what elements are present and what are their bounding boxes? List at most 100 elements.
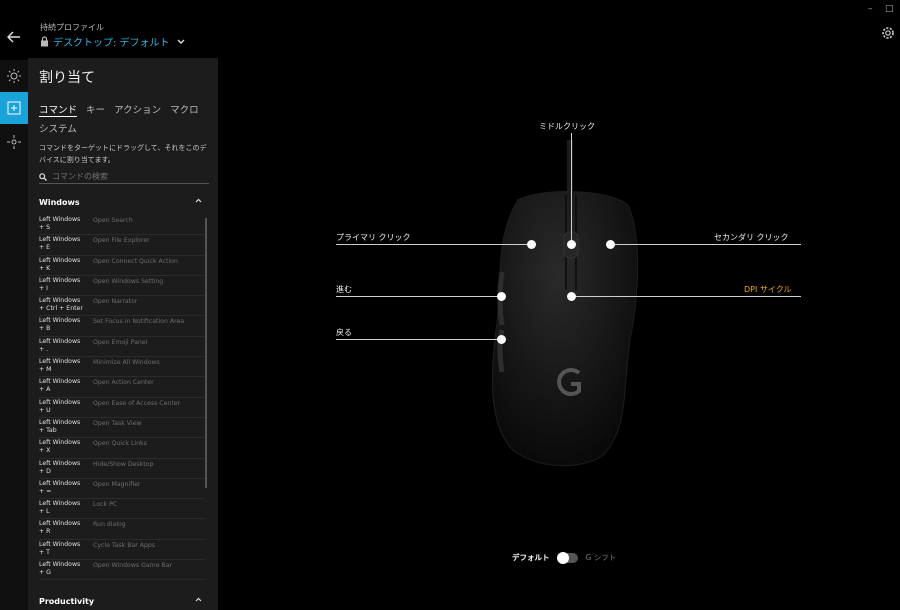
back-button[interactable] <box>0 22 28 52</box>
gshift-toggle-group: デフォルト G シフト <box>512 551 616 564</box>
label-back[interactable]: 戻る <box>336 327 352 338</box>
label-forward[interactable]: 進む <box>336 284 352 295</box>
profile-selector[interactable]: デスクトップ: デフォルト <box>40 34 185 49</box>
search-input[interactable] <box>52 172 202 181</box>
tab-actions[interactable]: アクション <box>114 105 161 116</box>
section-windows-header[interactable]: Windows <box>39 198 202 207</box>
search-bar[interactable] <box>39 170 209 184</box>
section-productivity-header[interactable]: Productivity <box>39 597 202 606</box>
tab-keys[interactable]: キー <box>86 105 105 116</box>
line-middle-click <box>571 133 572 243</box>
command-action: Open Task View <box>93 419 142 427</box>
command-row[interactable]: Left Windows + G Open Windows Game Bar <box>39 560 205 581</box>
command-key: Left Windows + Tab <box>39 418 81 434</box>
command-key: Left Windows + I <box>39 276 81 292</box>
rail-lighting-button[interactable] <box>0 60 28 92</box>
tab-system[interactable]: システム <box>39 124 77 135</box>
label-middle-click[interactable]: ミドルクリック <box>539 121 595 132</box>
command-row[interactable]: Left Windows + M Minimize All Windows <box>39 357 205 378</box>
command-action: Set Focus in Notification Area <box>93 318 185 326</box>
left-rail <box>0 60 28 610</box>
command-row[interactable]: Left Windows + K Open Connect Quick Actio… <box>39 256 205 276</box>
command-action: Open Ease of Access Center <box>93 399 181 407</box>
tab-commands[interactable]: コマンド <box>39 105 78 117</box>
command-list: Left Windows + S Open Search Left Windows … <box>39 215 205 581</box>
command-row[interactable]: Left Windows + B Set Focus in Notificatio… <box>39 316 205 337</box>
chevron-up-icon <box>195 198 202 203</box>
command-key: Left Windows + S <box>39 216 81 231</box>
gshift-toggle[interactable] <box>556 551 578 564</box>
command-key: Left Windows + A <box>39 378 81 394</box>
dot-forward[interactable] <box>496 291 506 301</box>
label-dpi-cycle[interactable]: DPI サイクル <box>744 284 792 295</box>
command-row[interactable]: Left Windows + = Open Magnifier <box>39 479 205 500</box>
mouse-image <box>491 140 639 467</box>
command-row[interactable]: Left Windows + S Open Search <box>39 215 205 236</box>
command-row[interactable]: Left Windows + I Open Windows Setting <box>39 276 205 297</box>
default-label: デフォルト <box>512 553 550 562</box>
command-key: Left Windows + E <box>39 236 81 252</box>
command-key: Left Windows + = <box>39 479 81 495</box>
command-action: Open Quick Links <box>93 440 147 448</box>
mouse-stage: ミドルクリック プライマリ クリック セカンダリ クリック 進む DPI サイク… <box>218 0 900 610</box>
command-action: Open Action Center <box>93 379 154 387</box>
chevron-up-icon <box>195 597 202 602</box>
command-action: Cycle Task Bar Apps <box>93 541 156 549</box>
command-action: Run dialog <box>93 521 126 529</box>
command-key: Left Windows + R <box>39 520 81 536</box>
command-key: Left Windows + M <box>39 358 81 374</box>
search-icon <box>39 172 47 181</box>
scrollbar[interactable] <box>205 218 207 488</box>
command-action: Open Windows Game Bar <box>93 562 173 570</box>
dot-secondary-click[interactable] <box>605 239 615 249</box>
command-row[interactable]: Left Windows + D Hide/Show Desktop <box>39 459 205 479</box>
command-key: Left Windows + U <box>39 398 81 414</box>
command-key: Left Windows + T <box>39 540 81 556</box>
section-windows-label: Windows <box>39 198 80 207</box>
command-key: Left Windows + K <box>39 256 81 272</box>
chevron-down-icon <box>177 39 185 44</box>
arrow-left-icon <box>7 31 20 43</box>
command-action: Open Magnifier <box>93 480 141 488</box>
command-row[interactable]: Left Windows + R Run dialog <box>39 519 205 540</box>
dot-primary-click[interactable] <box>526 239 536 249</box>
label-secondary-click[interactable]: セカンダリ クリック <box>714 232 789 243</box>
panel-title: 割り当て <box>39 70 95 86</box>
command-row[interactable]: Left Windows + U Open Ease of Access Cent… <box>39 398 205 418</box>
lock-icon <box>41 36 48 47</box>
rail-assignments-button[interactable] <box>0 92 28 124</box>
section-productivity-label: Productivity <box>39 597 95 606</box>
rail-dpi-button[interactable] <box>0 126 28 158</box>
assignments-panel: 割り当て コマンド キー アクション マクロ システム コマンドをターゲットにド… <box>28 58 218 610</box>
command-row[interactable]: Left Windows + T Cycle Task Bar Apps <box>39 540 205 561</box>
command-row[interactable]: Left Windows + Tab Open Task View <box>39 418 205 439</box>
command-row[interactable]: Left Windows + A Open Action Center <box>39 377 205 398</box>
line-forward <box>336 296 500 297</box>
label-primary-click[interactable]: プライマリ クリック <box>336 232 411 243</box>
line-secondary-click <box>610 244 801 245</box>
command-action: Open Narrator <box>93 298 138 306</box>
command-key: Left Windows + G <box>39 561 81 577</box>
panel-description: コマンドをターゲットにドラッグして、それをこのデバイスに割り当てます。 <box>39 144 207 164</box>
profile-name: デスクトップ: デフォルト <box>53 38 170 49</box>
dot-middle-click[interactable] <box>566 239 576 249</box>
crosshair-icon <box>7 135 21 149</box>
profile-label: 持続プロファイル <box>40 23 104 32</box>
command-row[interactable]: Left Windows + E Open File Explorer <box>39 235 205 256</box>
command-row[interactable]: Left Windows + . Open Emoji Panel <box>39 337 205 358</box>
command-action: Lock PC <box>93 501 118 509</box>
command-key: Left Windows + D <box>39 459 81 475</box>
toggle-knob <box>556 551 569 564</box>
command-key: Left Windows + B <box>39 317 81 333</box>
command-row[interactable]: Left Windows + X Open Quick Links <box>39 438 205 459</box>
command-row[interactable]: Left Windows + L Lock PC <box>39 499 205 520</box>
sun-icon <box>7 69 21 83</box>
command-action: Open Windows Setting <box>93 277 164 285</box>
dot-dpi-cycle[interactable] <box>566 291 576 301</box>
command-row[interactable]: Left Windows + Ctrl + Enter Open Narrator <box>39 296 205 317</box>
command-action: Open Search <box>93 217 133 224</box>
command-action: Open Connect Quick Action <box>93 257 178 265</box>
command-action: Minimize All Windows <box>93 359 160 367</box>
dot-back[interactable] <box>496 334 506 344</box>
tab-macros[interactable]: マクロ <box>170 105 199 116</box>
